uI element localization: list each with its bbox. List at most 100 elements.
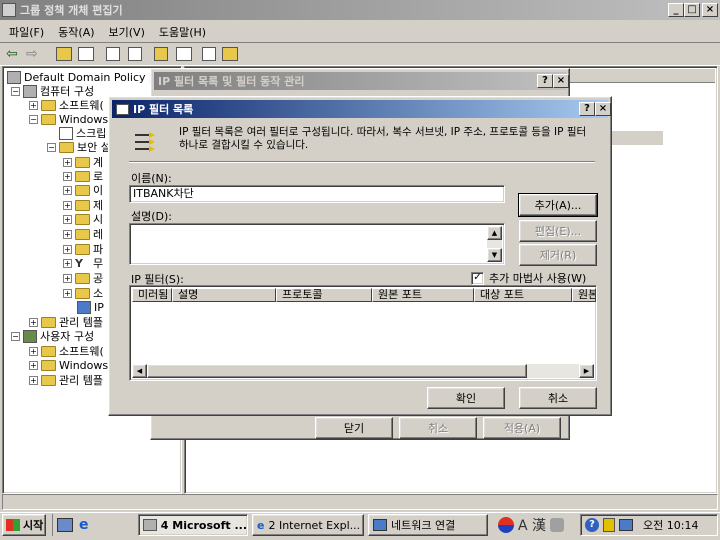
outer-apply-button[interactable]: 적용(A) <box>483 417 561 439</box>
outer-close-button[interactable]: × <box>553 74 569 88</box>
tree-item-ip-security[interactable]: IP <box>77 300 104 314</box>
collapse-icon[interactable]: − <box>29 114 38 124</box>
name-input[interactable]: ITBANK차단 <box>129 185 505 203</box>
outer-cancel-button[interactable]: 취소 <box>399 417 477 439</box>
start-button[interactable]: 시작 <box>2 514 46 536</box>
description-scrollbar[interactable]: ▲ ▼ <box>487 226 502 262</box>
expand-icon[interactable]: + <box>63 200 72 210</box>
ime-tool-icon[interactable] <box>550 518 565 532</box>
edit-filter-button[interactable]: 편집(E)... <box>519 220 597 242</box>
menu-action[interactable]: 동작(A) <box>51 22 101 40</box>
collapse-icon[interactable]: − <box>47 142 56 152</box>
scroll-left-button[interactable]: ◀ <box>132 364 147 378</box>
wizard-checkbox[interactable]: ✓ <box>471 271 484 285</box>
task-internet-explorer[interactable]: e 2 Internet Expl... <box>252 514 364 536</box>
column-dest-port[interactable]: 대상 포트 <box>474 288 572 302</box>
main-title-bar[interactable]: 그룹 정책 개체 편집기 <box>0 0 720 20</box>
network-tray-icon[interactable] <box>619 519 633 531</box>
refresh-icon[interactable] <box>128 47 142 61</box>
column-mirrored[interactable]: 미러됨 <box>132 288 172 302</box>
expand-icon[interactable]: + <box>63 185 72 195</box>
dialog-help-button[interactable]: ? <box>579 102 595 116</box>
tree-item-admin-templates[interactable]: + 관리 템플 <box>29 315 103 329</box>
tree-item-event-log[interactable]: + 이 <box>63 183 103 197</box>
scroll-down-button[interactable]: ▼ <box>487 248 502 262</box>
wizard-checkbox-row[interactable]: ✓ 추가 마법사 사용(W) <box>471 270 586 286</box>
expand-icon[interactable]: + <box>29 360 38 370</box>
tree-item-user-admin-templates[interactable]: + 관리 템플 <box>29 373 103 387</box>
tree-item-computer-config[interactable]: − 컴퓨터 구성 <box>11 84 94 98</box>
expand-icon[interactable]: + <box>29 317 38 327</box>
close-button[interactable]: × <box>702 3 718 17</box>
outer-close-dialog-button[interactable]: 닫기 <box>315 417 393 439</box>
tree-item-wireless[interactable]: + Y 무 <box>63 256 103 270</box>
dialog-title-bar[interactable]: IP 필터 목록 <box>112 100 608 118</box>
help-tray-icon[interactable]: ? <box>585 518 599 532</box>
ime-mode[interactable]: A 漢 <box>518 515 546 535</box>
tree-item-user-config[interactable]: − 사용자 구성 <box>11 329 94 343</box>
assign-icon[interactable] <box>222 47 238 61</box>
expand-icon[interactable]: + <box>63 258 72 268</box>
forward-arrow-icon[interactable]: ⇨ <box>26 46 38 62</box>
menu-view[interactable]: 보기(V) <box>102 22 152 40</box>
tree-item-software[interactable]: + 소프트웨( <box>29 98 104 112</box>
maximize-button[interactable]: □ <box>684 3 700 17</box>
export-list-icon[interactable] <box>202 47 216 61</box>
dialog-close-button[interactable]: × <box>595 102 611 116</box>
show-desktop-icon[interactable] <box>57 518 73 532</box>
tree-item-system-services[interactable]: + 시 <box>63 212 103 226</box>
tree-item-local[interactable]: + 로 <box>63 169 103 183</box>
tree-item-software-restriction[interactable]: + 소 <box>63 286 103 300</box>
back-arrow-icon[interactable]: ⇦ <box>6 46 18 62</box>
expand-icon[interactable]: + <box>63 288 72 298</box>
task-microsoft[interactable]: 4 Microsoft ... <box>138 514 248 536</box>
ie-quick-icon[interactable]: e <box>79 517 95 533</box>
up-folder-icon[interactable] <box>56 47 72 61</box>
tree-item-filesystem[interactable]: + 파 <box>63 242 103 256</box>
minimize-button[interactable]: _ <box>668 3 684 17</box>
expand-icon[interactable]: + <box>63 273 72 283</box>
ok-button[interactable]: 확인 <box>427 387 505 409</box>
clock[interactable]: 오전 10:14 <box>643 517 698 533</box>
tree-item-user-software[interactable]: + 소프트웨( <box>29 344 104 358</box>
show-tree-icon[interactable] <box>78 47 94 61</box>
tree-item-default-domain-policy[interactable]: Default Domain Policy [I <box>7 70 157 84</box>
expand-icon[interactable]: + <box>63 171 72 181</box>
column-protocol[interactable]: 프로토콜 <box>276 288 372 302</box>
tree-item-scripts[interactable]: 스크립 <box>59 126 106 140</box>
tree-item-user-windows[interactable]: + Windows <box>29 358 108 372</box>
remove-filter-button[interactable]: 제거(R) <box>519 244 597 266</box>
expand-icon[interactable]: + <box>63 214 72 224</box>
ip-filters-list[interactable]: 미러됨 설명 프로토콜 원본 포트 대상 포트 원본 ◀ ▶ <box>129 285 597 381</box>
add-filter-button[interactable]: 추가(A)... <box>518 193 598 217</box>
tree-item-windows[interactable]: − Windows <box>29 112 108 126</box>
horizontal-scrollbar[interactable]: ◀ ▶ <box>132 364 594 378</box>
outer-dialog-title-bar[interactable]: IP 필터 목록 및 필터 동작 관리 <box>154 72 566 90</box>
outer-help-button[interactable]: ? <box>537 74 553 88</box>
menu-help[interactable]: 도움말(H) <box>152 22 213 40</box>
expand-icon[interactable]: + <box>29 346 38 356</box>
menu-file[interactable]: 파일(F) <box>2 22 51 40</box>
scroll-up-button[interactable]: ▲ <box>487 226 502 240</box>
tree-item-public-key[interactable]: + 공 <box>63 271 103 285</box>
task-network-connections[interactable]: 네트워크 연결 <box>368 514 488 536</box>
column-source[interactable]: 원본 <box>572 288 596 302</box>
column-description[interactable]: 설명 <box>172 288 276 302</box>
cancel-button[interactable]: 취소 <box>519 387 597 409</box>
expand-icon[interactable]: + <box>29 100 38 110</box>
view-icon[interactable] <box>176 47 192 61</box>
description-textarea[interactable]: ▲ ▼ <box>129 223 505 265</box>
collapse-icon[interactable]: − <box>11 86 20 96</box>
expand-icon[interactable]: + <box>63 244 72 254</box>
tree-item-account[interactable]: + 계 <box>63 155 103 169</box>
scroll-right-button[interactable]: ▶ <box>579 364 594 378</box>
expand-icon[interactable]: + <box>29 375 38 385</box>
collapse-icon[interactable]: − <box>11 331 20 341</box>
expand-icon[interactable]: + <box>63 157 72 167</box>
expand-icon[interactable]: + <box>63 229 72 239</box>
security-tray-icon[interactable] <box>603 518 615 532</box>
scroll-thumb[interactable] <box>147 364 527 378</box>
tree-item-restricted[interactable]: + 제 <box>63 198 103 212</box>
help-icon[interactable] <box>154 47 168 61</box>
language-icon[interactable] <box>498 517 514 533</box>
